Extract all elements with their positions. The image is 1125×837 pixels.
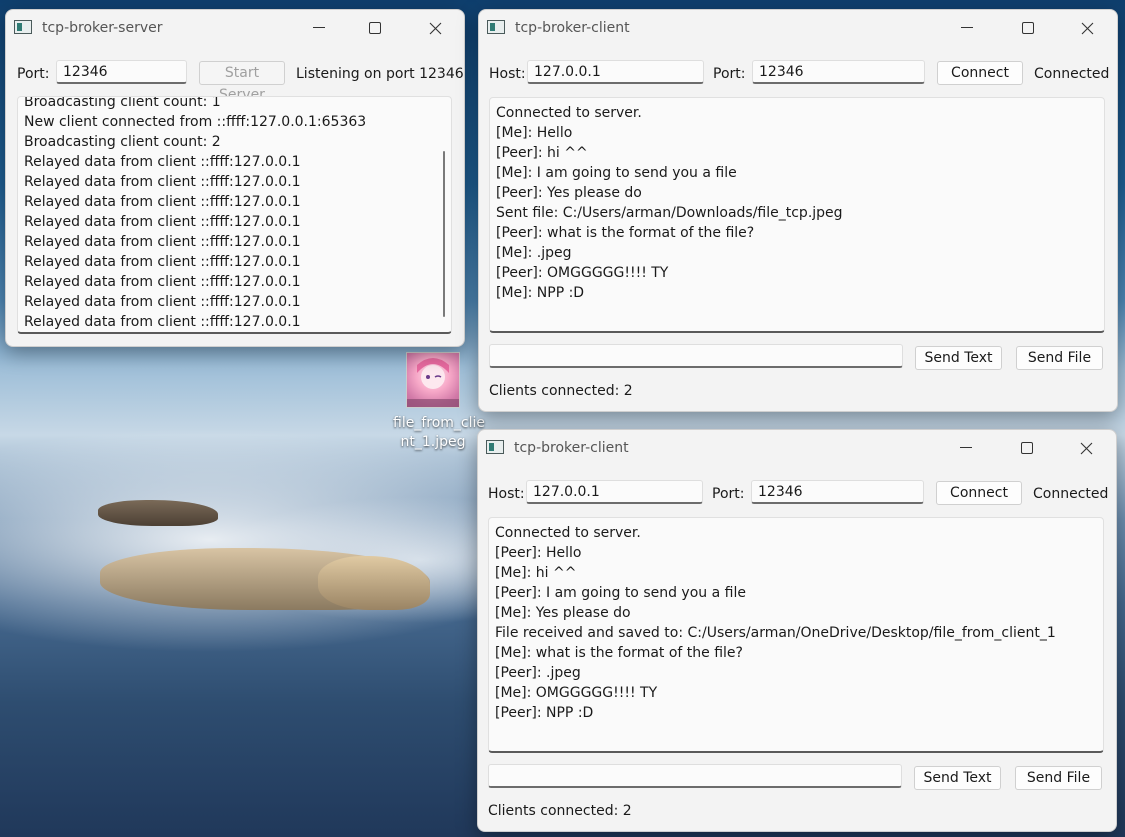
chat-message: [Peer]: OMGGGGG!!!! TY bbox=[496, 265, 669, 281]
chat-message: [Me]: hi ^^ bbox=[495, 565, 577, 581]
log-line: Broadcasting client count: 1 bbox=[24, 96, 221, 110]
host-input[interactable] bbox=[526, 480, 703, 504]
log-line: Relayed data from client ::ffff:127.0.0.… bbox=[24, 214, 301, 230]
client-window-1: tcp-broker-client Host: Port: Connect Co… bbox=[478, 9, 1118, 412]
log-scrollbar[interactable] bbox=[443, 151, 445, 317]
app-window-icon bbox=[486, 440, 504, 454]
clients-connected-label: Clients connected: 2 bbox=[488, 803, 632, 819]
chat-message: File received and saved to: C:/Users/arm… bbox=[495, 625, 1056, 641]
host-input[interactable] bbox=[527, 60, 704, 84]
minimize-button[interactable] bbox=[943, 432, 989, 464]
title-bar[interactable]: tcp-broker-client bbox=[478, 430, 1116, 466]
host-label: Host: bbox=[488, 486, 525, 502]
port-label: Port: bbox=[17, 66, 50, 82]
log-line: Broadcasting client count: 2 bbox=[24, 134, 221, 150]
chat-message: [Peer]: NPP :D bbox=[495, 705, 594, 721]
maximize-button[interactable] bbox=[352, 12, 398, 44]
app-window-icon bbox=[487, 20, 505, 34]
log-line: Relayed data from client ::ffff:127.0.0.… bbox=[24, 314, 301, 330]
window-title: tcp-broker-client bbox=[515, 20, 630, 36]
message-input[interactable] bbox=[488, 764, 902, 788]
log-line: Relayed data from client ::ffff:127.0.0.… bbox=[24, 254, 301, 270]
port-label: Port: bbox=[712, 486, 745, 502]
chat-message: [Peer]: .jpeg bbox=[495, 665, 581, 681]
chat-message: Sent file: C:/Users/arman/Downloads/file… bbox=[496, 205, 843, 221]
log-line: Relayed data from client ::ffff:127.0.0.… bbox=[24, 294, 301, 310]
chat-message: [Me]: I am going to send you a file bbox=[496, 165, 737, 181]
host-label: Host: bbox=[489, 66, 526, 82]
app-window-icon bbox=[14, 20, 32, 34]
chat-message: [Me]: NPP :D bbox=[496, 285, 585, 301]
chat-message: Connected to server. bbox=[495, 525, 641, 541]
server-window: tcp-broker-server Port: Start Server Lis… bbox=[5, 9, 465, 347]
start-server-button[interactable]: Start Server bbox=[199, 61, 285, 103]
chat-message: [Peer]: hi ^^ bbox=[496, 145, 588, 161]
close-button[interactable] bbox=[412, 12, 458, 44]
clients-connected-label: Clients connected: 2 bbox=[489, 383, 633, 399]
title-bar[interactable]: tcp-broker-server bbox=[6, 10, 464, 46]
title-bar[interactable]: tcp-broker-client bbox=[479, 10, 1117, 46]
chat-message: [Me]: what is the format of the file? bbox=[495, 645, 743, 661]
chat-message: Connected to server. bbox=[496, 105, 642, 121]
image-thumbnail-icon bbox=[406, 352, 460, 408]
chat-message: [Me]: OMGGGGG!!!! TY bbox=[495, 685, 658, 701]
send-text-button[interactable]: Send Text bbox=[915, 346, 1002, 370]
log-line: Relayed data from client ::ffff:127.0.0.… bbox=[24, 174, 301, 190]
server-status: Listening on port 12346 bbox=[296, 66, 464, 82]
port-input[interactable] bbox=[751, 480, 924, 504]
port-input[interactable] bbox=[752, 60, 925, 84]
maximize-button[interactable] bbox=[1004, 432, 1050, 464]
chat-message: [Me]: Hello bbox=[496, 125, 573, 141]
connection-status: Connected bbox=[1034, 66, 1110, 82]
window-title: tcp-broker-server bbox=[42, 20, 163, 36]
connect-button[interactable]: Connect bbox=[936, 481, 1022, 505]
desktop-file-icon[interactable]: file_from_clie nt_1.jpeg bbox=[393, 352, 485, 452]
server-log[interactable]: Broadcasting client count: 1 New client c… bbox=[17, 96, 452, 334]
desktop-file-label-line1: file_from_clie bbox=[393, 415, 485, 431]
port-input[interactable] bbox=[56, 60, 187, 84]
send-file-button[interactable]: Send File bbox=[1015, 766, 1102, 790]
log-line: New client connected from ::ffff:127.0.0… bbox=[24, 114, 367, 130]
close-button[interactable] bbox=[1063, 432, 1109, 464]
connect-button[interactable]: Connect bbox=[937, 61, 1023, 85]
chat-message: [Me]: .jpeg bbox=[496, 245, 572, 261]
log-line: Relayed data from client ::ffff:127.0.0.… bbox=[24, 194, 301, 210]
chat-message: [Peer]: Yes please do bbox=[496, 185, 642, 201]
chat-message: [Peer]: Hello bbox=[495, 545, 582, 561]
log-line: Relayed data from client ::ffff:127.0.0.… bbox=[24, 274, 301, 290]
desktop-rock bbox=[318, 556, 430, 610]
chat-message: [Peer]: what is the format of the file? bbox=[496, 225, 755, 241]
send-file-button[interactable]: Send File bbox=[1016, 346, 1103, 370]
maximize-button[interactable] bbox=[1005, 12, 1051, 44]
connection-status: Connected bbox=[1033, 486, 1109, 502]
desktop-rock bbox=[98, 500, 218, 526]
chat-log[interactable]: Connected to server. [Peer]: Hello [Me]: h… bbox=[488, 517, 1104, 753]
close-button[interactable] bbox=[1064, 12, 1110, 44]
client-window-2: tcp-broker-client Host: Port: Connect Co… bbox=[477, 429, 1117, 832]
minimize-button[interactable] bbox=[296, 12, 342, 44]
message-input[interactable] bbox=[489, 344, 903, 368]
chat-message: [Me]: Yes please do bbox=[495, 605, 631, 621]
port-label: Port: bbox=[713, 66, 746, 82]
log-line: Relayed data from client ::ffff:127.0.0.… bbox=[24, 154, 301, 170]
send-text-button[interactable]: Send Text bbox=[914, 766, 1001, 790]
window-title: tcp-broker-client bbox=[514, 440, 629, 456]
desktop-file-label-line2: nt_1.jpeg bbox=[400, 434, 466, 450]
minimize-button[interactable] bbox=[944, 12, 990, 44]
chat-message: [Peer]: I am going to send you a file bbox=[495, 585, 746, 601]
chat-log[interactable]: Connected to server. [Me]: Hello [Peer]: h… bbox=[489, 97, 1105, 333]
log-line: Relayed data from client ::ffff:127.0.0.… bbox=[24, 234, 301, 250]
